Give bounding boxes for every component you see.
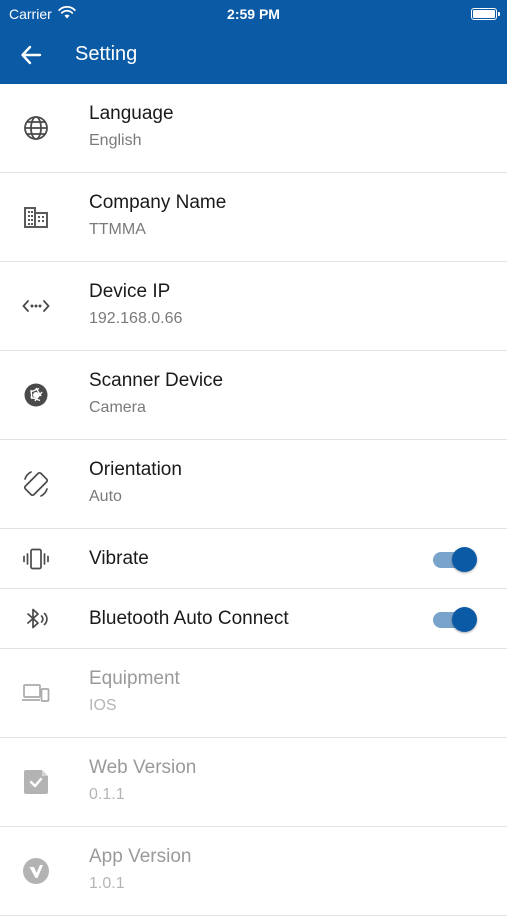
setting-row-company-name[interactable]: Company Name TTMMA: [0, 173, 507, 262]
clock: 2:59 PM: [227, 6, 280, 22]
setting-value: TTMMA: [89, 221, 146, 238]
setting-row-scanner-device[interactable]: Scanner Device Camera: [0, 351, 507, 440]
setting-value: Camera: [89, 399, 146, 416]
setting-title: Vibrate: [89, 548, 149, 569]
building-icon: [20, 201, 52, 233]
web-check-icon: [20, 766, 52, 798]
setting-row-device-ip[interactable]: Device IP 192.168.0.66: [0, 262, 507, 351]
toggle-knob: [452, 607, 477, 632]
setting-row-language[interactable]: Language English: [0, 84, 507, 173]
setting-value: 0.1.1: [89, 786, 125, 803]
setting-row-vibrate: Vibrate: [0, 529, 507, 589]
vibrate-icon: [20, 543, 52, 575]
setting-row-orientation[interactable]: Orientation Auto: [0, 440, 507, 529]
setting-value: IOS: [89, 697, 117, 714]
setting-row-bluetooth-auto-connect: Bluetooth Auto Connect: [0, 589, 507, 649]
vibrate-toggle[interactable]: [433, 547, 477, 572]
bluetooth-auto-connect-toggle[interactable]: [433, 607, 477, 632]
devices-icon: [20, 677, 52, 709]
setting-title: Scanner Device: [89, 370, 224, 391]
setting-title: Bluetooth Auto Connect: [89, 608, 289, 629]
setting-title: Orientation: [89, 459, 182, 480]
battery-icon: [471, 8, 500, 20]
setting-value: English: [89, 132, 142, 149]
setting-value: Auto: [89, 488, 122, 505]
back-button[interactable]: [16, 40, 46, 70]
page-title: Setting: [75, 43, 138, 65]
nav-bar: Setting: [0, 28, 507, 84]
settings-list: Language English Company Name TTMMA Devi…: [0, 84, 507, 916]
setting-title: Company Name: [89, 192, 227, 213]
setting-row-app-version: App Version 1.0.1: [0, 827, 507, 916]
setting-value: 1.0.1: [89, 875, 125, 892]
app-logo-icon: [20, 855, 52, 887]
setting-title: Web Version: [89, 757, 197, 778]
setting-title: Device IP: [89, 281, 171, 302]
screen-rotation-icon: [20, 468, 52, 500]
bluetooth-audio-icon: [20, 603, 52, 635]
globe-icon: [20, 112, 52, 144]
camera-aperture-icon: [20, 379, 52, 411]
setting-value: 192.168.0.66: [89, 310, 183, 327]
toggle-knob: [452, 547, 477, 572]
status-bar: Carrier 2:59 PM: [0, 0, 507, 28]
setting-title: Equipment: [89, 668, 180, 689]
setting-row-equipment: Equipment IOS: [0, 649, 507, 738]
app-header: Carrier 2:59 PM Setting: [0, 0, 507, 84]
arrow-left-icon: [21, 45, 42, 65]
setting-title: App Version: [89, 846, 192, 867]
setting-row-web-version: Web Version 0.1.1: [0, 738, 507, 827]
code-dots-icon: [20, 290, 52, 322]
setting-title: Language: [89, 103, 174, 124]
